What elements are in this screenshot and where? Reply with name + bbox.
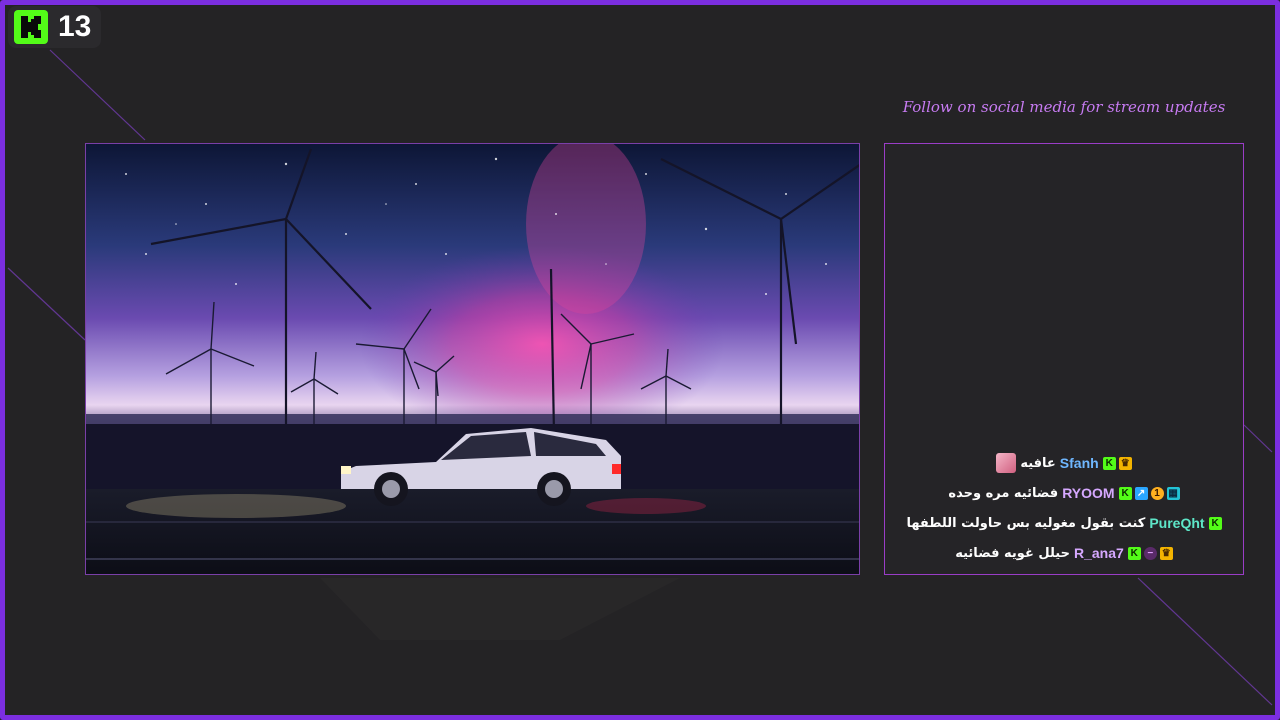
emote-icon — [996, 453, 1017, 473]
kick-logo-icon — [14, 10, 48, 44]
scene-illustration — [86, 144, 859, 574]
chat-message: K ♛ Sfanh عافيه — [885, 448, 1243, 478]
chat-username[interactable]: RYOOM — [1062, 485, 1114, 501]
chat-message: K − ♛ R_ana7 حيلل غويه فضائيه — [885, 538, 1243, 568]
chat-messages: K ♛ Sfanh عافيه K ↗ 1 ▦ RYOOM فضائيه مره… — [885, 448, 1243, 568]
crown-badge-icon: ♛ — [1118, 456, 1132, 470]
chat-username[interactable]: PureQht — [1149, 515, 1204, 531]
chat-username[interactable]: Sfanh — [1060, 455, 1099, 471]
chat-message-text: فضائيه مره وحده — [948, 485, 1059, 501]
user-badges: K ♛ — [1102, 456, 1132, 470]
viewer-count: 13 — [58, 10, 92, 43]
kick-badge-icon: K — [1208, 516, 1222, 530]
kick-badge-icon: K — [1118, 486, 1132, 500]
stream-video[interactable] — [85, 143, 860, 575]
chat-message-text: عافيه — [1020, 455, 1056, 471]
user-badges: K − ♛ — [1127, 546, 1173, 560]
minus-badge-icon: − — [1143, 546, 1157, 560]
prime-badge-icon: ↗ — [1134, 486, 1148, 500]
viewer-count-badge: 13 — [8, 6, 102, 48]
user-badges: K ↗ 1 ▦ — [1118, 486, 1180, 500]
crown-badge-icon: ♛ — [1159, 546, 1173, 560]
chat-message: K PureQht كنت بقول مغوليه بس حاولت اللطف… — [885, 508, 1243, 538]
kick-badge-icon: K — [1102, 456, 1116, 470]
chat-username[interactable]: R_ana7 — [1074, 545, 1124, 561]
chat-message-text: حيلل غويه فضائيه — [955, 545, 1070, 561]
grid-badge-icon: ▦ — [1166, 486, 1180, 500]
chat-message-text: كنت بقول مغوليه بس حاولت اللطفها — [906, 515, 1146, 531]
user-badges: K — [1208, 516, 1222, 530]
follow-banner-text: Follow on social media for stream update… — [902, 98, 1226, 116]
chat-message: K ↗ 1 ▦ RYOOM فضائيه مره وحده — [885, 478, 1243, 508]
chat-panel[interactable]: K ♛ Sfanh عافيه K ↗ 1 ▦ RYOOM فضائيه مره… — [884, 143, 1244, 575]
kick-badge-icon: K — [1127, 546, 1141, 560]
one-badge-icon: 1 — [1150, 486, 1164, 500]
